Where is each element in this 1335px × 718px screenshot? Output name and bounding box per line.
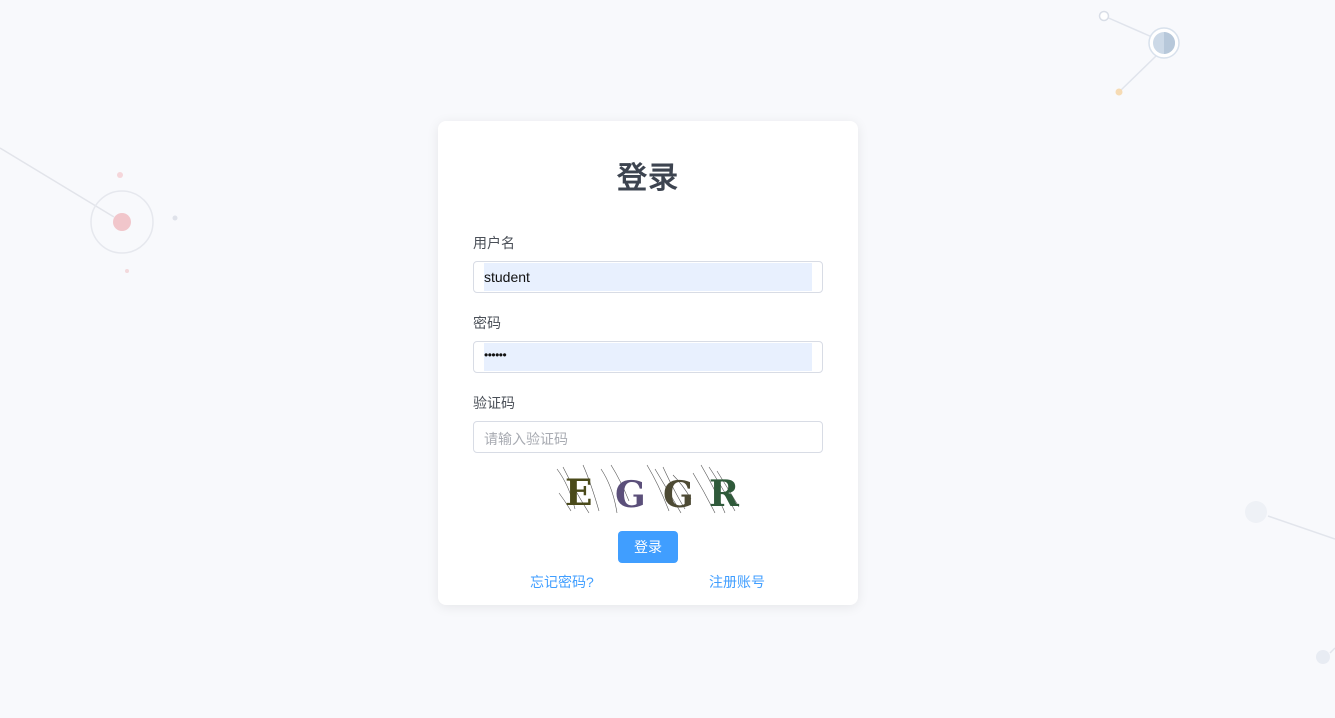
captcha-char: G [663, 474, 694, 515]
forgot-password-link[interactable]: 忘记密码? [530, 572, 594, 592]
username-input[interactable]: student [473, 261, 823, 293]
captcha-char: E [565, 472, 592, 514]
username-label: 用户名 [473, 235, 515, 251]
autofill-highlight [484, 343, 812, 371]
captcha-char: R [709, 473, 740, 515]
captcha-char: G [615, 474, 646, 515]
autofill-highlight [484, 263, 812, 291]
captcha-label: 验证码 [473, 395, 515, 411]
captcha-placeholder: 请输入验证码 [484, 431, 568, 447]
password-input[interactable]: •••••• [473, 341, 823, 373]
password-value: •••••• [484, 348, 507, 362]
login-button[interactable]: 登录 [618, 531, 678, 563]
register-link[interactable]: 注册账号 [709, 572, 765, 592]
username-value: student [484, 269, 530, 285]
login-card: 登录 用户名 student 密码 •••••• 验证码 请输入验证码 E G … [438, 121, 858, 605]
captcha-image[interactable]: E G G R [555, 463, 741, 515]
password-label: 密码 [473, 315, 501, 331]
captcha-input[interactable]: 请输入验证码 [473, 421, 823, 453]
page-title: 登录 [617, 162, 679, 195]
